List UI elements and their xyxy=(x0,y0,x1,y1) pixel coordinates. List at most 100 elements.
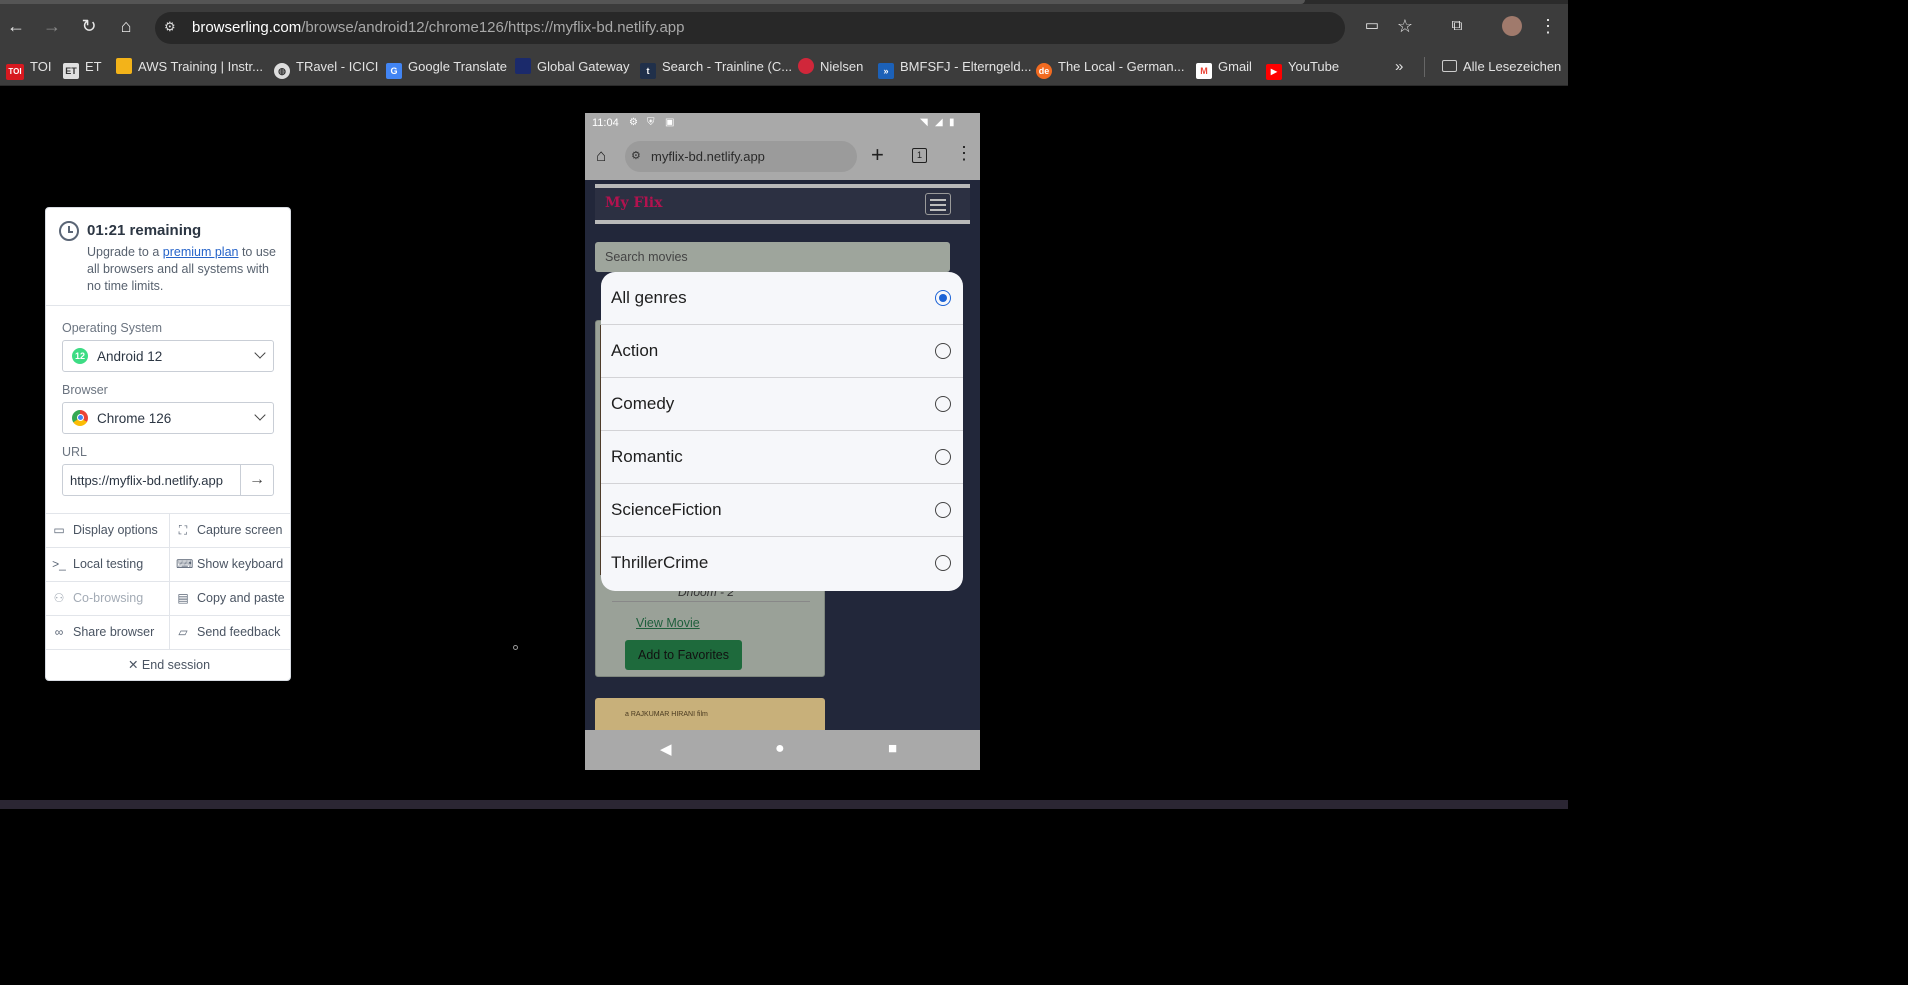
bookmark-toi[interactable]: TOI TOI xyxy=(6,58,52,80)
capture-screen-button[interactable]: ⛶ Capture screen xyxy=(169,514,290,548)
bookmarks-bar: TOI TOI ET ET AWS Training | Instr... ◍ TRa… xyxy=(0,48,1568,86)
mobile-chrome-bar: ⌂ ⚙ myflix-bd.netlify.app + 1 ⋮ xyxy=(585,133,980,180)
profile-avatar[interactable] xyxy=(1500,14,1524,38)
browser-select[interactable]: Chrome 126 xyxy=(62,402,274,434)
bookmark-icici[interactable]: ◍ TRavel - ICICI xyxy=(274,58,378,79)
hamburger-menu-icon[interactable] xyxy=(925,193,951,215)
home-icon[interactable]: ⌂ xyxy=(114,14,138,38)
show-keyboard-label: Show keyboard xyxy=(197,557,284,571)
co-browsing-button[interactable]: ⚇ Co-browsing xyxy=(46,582,169,616)
clipboard-icon[interactable]: ▭ xyxy=(1360,14,1384,38)
folder-icon xyxy=(1442,60,1457,72)
mobile-address-bar[interactable]: ⚙ myflix-bd.netlify.app xyxy=(625,141,857,172)
premium-plan-link[interactable]: premium plan xyxy=(163,245,239,259)
radio-selected-icon[interactable] xyxy=(935,290,951,306)
status-time: 11:04 xyxy=(592,117,619,129)
android-nav-bar: ◀ ● ■ xyxy=(585,730,980,770)
mobile-url: myflix-bd.netlify.app xyxy=(651,149,765,164)
url-input[interactable]: https://myflix-bd.netlify.app xyxy=(70,473,238,488)
chevron-down-icon xyxy=(254,409,266,421)
recents-square-icon[interactable]: ■ xyxy=(888,740,897,757)
show-keyboard-button[interactable]: ⌨ Show keyboard xyxy=(169,548,290,582)
phone-screen[interactable]: 11:04 ⚙ ⛨ ▣ ◥ ◢ ▮ ⌂ ⚙ myflix-bd.netlify.… xyxy=(585,113,980,770)
site-settings-icon[interactable]: ⚙ xyxy=(164,19,182,37)
bookmark-et[interactable]: ET ET xyxy=(63,58,102,79)
site-brand[interactable]: My Flix xyxy=(605,195,662,211)
radio-icon[interactable] xyxy=(935,502,951,518)
kebab-icon[interactable]: ⋮ xyxy=(955,143,973,164)
local-testing-button[interactable]: >_ Local testing xyxy=(46,548,169,582)
bookmark-aws[interactable]: AWS Training | Instr... xyxy=(116,58,263,76)
view-movie-link[interactable]: View Movie xyxy=(636,616,700,630)
shield-icon: ⛨ xyxy=(647,117,655,128)
genre-option-all[interactable]: All genres xyxy=(601,272,963,325)
terminal-icon: >_ xyxy=(52,557,66,571)
radio-icon[interactable] xyxy=(935,396,951,412)
bookmark-label: Search - Trainline (C... xyxy=(662,59,793,74)
more-bookmarks-icon[interactable]: » xyxy=(1395,58,1403,76)
os-select[interactable]: 12 Android 12 xyxy=(62,340,274,372)
home-circle-icon[interactable]: ● xyxy=(775,740,785,758)
url-field[interactable]: https://myflix-bd.netlify.app → xyxy=(62,464,274,496)
star-icon[interactable]: ☆ xyxy=(1393,14,1417,38)
address-url[interactable]: browserling.com/browse/android12/chrome1… xyxy=(192,19,684,36)
radio-icon[interactable] xyxy=(935,449,951,465)
display-options-button[interactable]: ▭ Display options xyxy=(46,514,169,548)
address-bar[interactable]: ⚙ browserling.com/browse/android12/chrom… xyxy=(155,12,1345,44)
forward-icon[interactable]: → xyxy=(40,14,64,38)
bookmark-trainline[interactable]: t Search - Trainline (C... xyxy=(640,58,793,79)
bookmark-bmfsfj[interactable]: » BMFSFJ - Elterngeld... xyxy=(878,58,1032,79)
monitor-icon: ▭ xyxy=(53,523,65,537)
bookmark-global-gateway[interactable]: Global Gateway xyxy=(515,58,630,76)
taskbar-edge xyxy=(0,800,1568,809)
browser-menu-icon[interactable]: ⋮ xyxy=(1536,14,1560,38)
os-label: Operating System xyxy=(62,321,163,335)
copy-paste-button[interactable]: ▤ Copy and paste xyxy=(169,582,290,616)
radio-icon[interactable] xyxy=(935,555,951,571)
bookmark-label: YouTube xyxy=(1288,59,1340,74)
bookmark-youtube[interactable]: ▶ YouTube xyxy=(1266,58,1340,80)
copy-paste-label: Copy and paste xyxy=(197,591,285,605)
go-arrow-icon[interactable]: → xyxy=(240,465,273,495)
radio-icon[interactable] xyxy=(935,343,951,359)
aws-icon xyxy=(116,58,132,74)
all-bookmarks[interactable]: Alle Lesezeichen xyxy=(1442,58,1561,76)
reload-icon[interactable]: ↻ xyxy=(77,14,101,38)
browser-toolbar: ← → ↻ ⌂ ⚙ browserling.com/browse/android… xyxy=(0,4,1568,48)
genre-option-action[interactable]: Action xyxy=(601,325,963,378)
upgrade-text: Upgrade to a premium plan to use all bro… xyxy=(87,244,277,295)
genre-option-sciencefiction[interactable]: ScienceFiction xyxy=(601,484,963,537)
youtube-icon: ▶ xyxy=(1266,64,1282,80)
home-icon[interactable]: ⌂ xyxy=(596,146,606,166)
settings-icon: ⚙ xyxy=(629,117,638,128)
tab-switcher-icon[interactable]: 1 xyxy=(912,148,927,163)
bookmark-label: ET xyxy=(85,59,102,74)
bookmark-gmail[interactable]: M Gmail xyxy=(1196,58,1252,79)
new-tab-icon[interactable]: + xyxy=(871,142,884,168)
session-panel: 01:21 remaining Upgrade to a premium pla… xyxy=(45,207,291,681)
google-translate-icon: G xyxy=(386,63,402,79)
extensions-icon[interactable]: ⧉ xyxy=(1445,14,1469,38)
search-movies-input[interactable]: Search movies xyxy=(595,242,950,272)
add-to-favorites-button[interactable]: Add to Favorites xyxy=(625,640,742,670)
genre-option-thrillercrime[interactable]: ThrillerCrime xyxy=(601,537,963,590)
site-settings-icon[interactable]: ⚙ xyxy=(631,149,641,162)
back-icon[interactable]: ← xyxy=(4,14,28,38)
timer-section: 01:21 remaining Upgrade to a premium pla… xyxy=(46,208,290,306)
genre-option-comedy[interactable]: Comedy xyxy=(601,378,963,431)
divider xyxy=(612,601,810,602)
bookmark-the-local[interactable]: de The Local - German... xyxy=(1036,58,1184,79)
bookmark-label: TOI xyxy=(30,59,52,74)
zeiss-icon xyxy=(515,58,531,74)
end-session-button[interactable]: ✕ End session xyxy=(46,649,290,680)
bookmark-label: Global Gateway xyxy=(537,59,630,74)
bookmark-google-translate[interactable]: G Google Translate xyxy=(386,58,507,79)
share-browser-button[interactable]: ∞ Share browser xyxy=(46,616,169,650)
the-local-icon: de xyxy=(1036,63,1052,79)
back-triangle-icon[interactable]: ◀ xyxy=(660,740,672,758)
youtube-icon: ▣ xyxy=(665,117,675,128)
bookmark-nielsen[interactable]: Nielsen xyxy=(798,58,863,76)
genre-option-romantic[interactable]: Romantic xyxy=(601,431,963,484)
bookmark-label: BMFSFJ - Elterngeld... xyxy=(900,59,1032,74)
send-feedback-button[interactable]: ▱ Send feedback xyxy=(169,616,290,650)
